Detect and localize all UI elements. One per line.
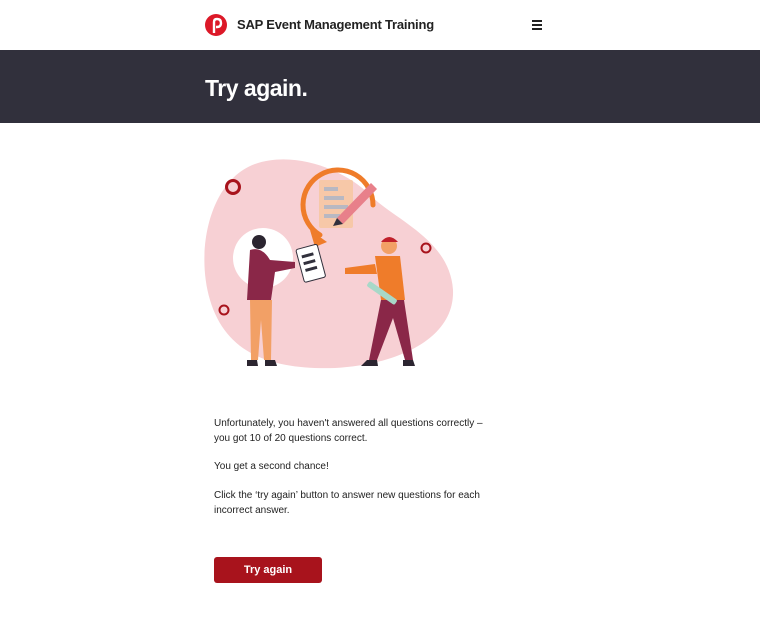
app-title: SAP Event Management Training (237, 17, 434, 32)
try-again-button[interactable]: Try again (214, 557, 322, 583)
post-logo-icon[interactable] (205, 14, 227, 36)
page-title: Try again. (205, 75, 308, 101)
top-navigation-bar: SAP Event Management Training (0, 0, 760, 50)
second-chance-message: You get a second chance! (214, 461, 329, 472)
review-quiz-illustration (204, 159, 454, 369)
instruction-message: Click the ‘try again’ button to answer n… (214, 490, 480, 516)
result-message: Unfortunately, you haven't answered all … (214, 418, 483, 444)
hamburger-menu-icon[interactable] (532, 20, 544, 30)
hero-banner: Try again. (0, 50, 760, 123)
